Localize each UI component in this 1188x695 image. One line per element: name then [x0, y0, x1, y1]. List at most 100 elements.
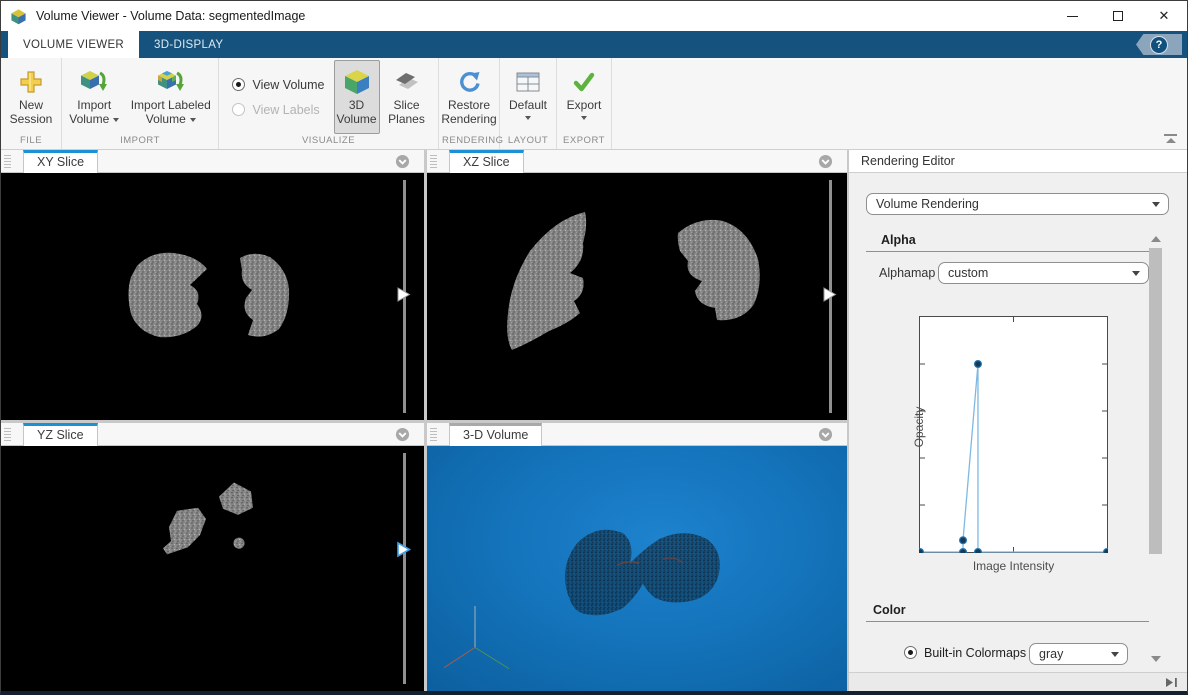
default-layout-button[interactable]: Default	[505, 60, 551, 134]
view-labels-radio[interactable]: View Labels	[232, 100, 324, 120]
new-session-icon	[19, 66, 43, 98]
dropdown-arrow-icon	[581, 116, 587, 120]
panel-xz-slice: XZ Slice	[427, 150, 847, 420]
import-volume-button[interactable]: Import Volume	[64, 60, 125, 134]
plot-xlabel: Image Intensity	[919, 559, 1108, 573]
drag-grip-icon[interactable]	[430, 428, 437, 441]
panel-yz-slice: YZ Slice	[1, 423, 424, 691]
restore-rendering-icon	[457, 66, 481, 98]
ribbon-group-rendering: Restore Rendering RENDERING	[439, 58, 500, 149]
rendering-technique-dropdown[interactable]: Volume Rendering	[866, 193, 1169, 215]
3d-volume-icon	[344, 66, 370, 98]
chevron-down-icon	[1132, 271, 1140, 276]
view-mode-radios: View Volume View Labels	[224, 60, 332, 134]
panel-3d-volume: 3-D Volume	[427, 423, 847, 691]
xz-panel-header: XZ Slice	[427, 150, 847, 173]
drag-grip-icon[interactable]	[4, 428, 11, 441]
editor-footer	[849, 672, 1187, 691]
chevron-down-icon	[1152, 202, 1160, 207]
maximize-button[interactable]	[1095, 1, 1141, 31]
3d-volume-button[interactable]: 3D Volume	[334, 60, 380, 134]
window-title: Volume Viewer - Volume Data: segmentedIm…	[36, 9, 305, 23]
radio-unselected-icon	[232, 103, 245, 116]
window-controls: ✕	[1049, 1, 1187, 31]
xy-slice-view[interactable]	[1, 173, 424, 420]
ribbon-group-file: New Session FILE	[1, 58, 62, 149]
slice-planes-icon	[394, 66, 420, 98]
slice-planes-button[interactable]: Slice Planes	[381, 60, 433, 134]
export-button[interactable]: Export	[563, 60, 606, 134]
collapse-ribbon-icon	[1164, 134, 1177, 136]
collapse-panel-icon[interactable]	[1165, 677, 1178, 688]
alphamap-dropdown[interactable]: custom	[938, 262, 1149, 284]
tab-3d-display[interactable]: 3D-DISPLAY	[139, 31, 238, 58]
new-session-button[interactable]: New Session	[3, 60, 59, 134]
yz-panel-header: YZ Slice	[1, 423, 424, 446]
restore-rendering-button[interactable]: Restore Rendering	[437, 60, 500, 134]
main-area: XY Slice	[1, 150, 1187, 691]
panel-xy-slice: XY Slice	[1, 150, 424, 420]
rendering-editor-panel: Rendering Editor Volume Rendering Alpha …	[849, 150, 1187, 691]
import-labeled-volume-button[interactable]: Import Labeled Volume	[126, 60, 217, 134]
xy-slider-thumb[interactable]	[396, 286, 412, 303]
3d-volume-view[interactable]	[427, 446, 847, 691]
collapse-ribbon-button[interactable]	[1164, 134, 1177, 143]
import-labeled-volume-icon	[157, 66, 185, 98]
panel-options-icon[interactable]	[818, 154, 833, 169]
xy-slice-tab[interactable]: XY Slice	[23, 150, 98, 173]
editor-scrollbar-thumb[interactable]	[1149, 248, 1162, 554]
tab-volume-viewer[interactable]: VOLUME VIEWER	[8, 31, 139, 58]
export-check-icon	[572, 66, 596, 98]
ribbon-group-visualize: View Volume View Labels	[219, 58, 439, 149]
close-button[interactable]: ✕	[1141, 1, 1187, 31]
builtin-colormaps-label: Built-in Colormaps	[924, 646, 1026, 660]
app-window: Volume Viewer - Volume Data: segmentedIm…	[0, 0, 1188, 695]
yz-slice-tab[interactable]: YZ Slice	[23, 423, 98, 446]
panel-options-icon[interactable]	[818, 427, 833, 442]
panel-options-icon[interactable]	[395, 154, 410, 169]
ribbon-group-export: Export EXPORT	[557, 58, 612, 149]
group-label-export: EXPORT	[557, 134, 611, 149]
xz-slider-thumb[interactable]	[822, 286, 838, 303]
group-label-file: FILE	[1, 134, 61, 149]
xz-slice-tab[interactable]: XZ Slice	[449, 150, 524, 173]
drag-grip-icon[interactable]	[430, 155, 437, 168]
yz-slice-slider[interactable]	[403, 453, 406, 684]
scroll-down-button[interactable]	[1150, 656, 1161, 663]
app-cube-icon	[10, 8, 27, 25]
minimize-icon	[1067, 16, 1078, 17]
alphamap-plot[interactable]	[919, 316, 1108, 553]
orientation-axes-icon	[444, 606, 509, 669]
panel-options-icon[interactable]	[395, 427, 410, 442]
3d-volume-panel-header: 3-D Volume	[427, 423, 847, 446]
alpha-section-heading: Alpha	[881, 233, 916, 247]
3d-volume-render	[427, 446, 847, 691]
builtin-colormaps-radio[interactable]	[904, 646, 917, 659]
dropdown-arrow-icon	[525, 116, 531, 120]
yz-slice-view[interactable]	[1, 446, 424, 691]
triangle-up-icon	[1151, 236, 1161, 242]
dropdown-arrow-icon	[113, 118, 119, 122]
drag-grip-icon[interactable]	[4, 155, 11, 168]
color-section-divider	[866, 621, 1149, 622]
view-volume-radio[interactable]: View Volume	[232, 75, 324, 95]
help-button[interactable]: ?	[1136, 34, 1182, 55]
group-label-import: IMPORT	[62, 134, 218, 149]
scroll-up-button[interactable]	[1150, 236, 1161, 243]
colormap-dropdown[interactable]: gray	[1029, 643, 1128, 665]
group-label-visualize: VISUALIZE	[219, 134, 438, 149]
layout-grid-icon	[516, 66, 540, 98]
group-label-layout: LAYOUT	[500, 134, 556, 149]
ribbon-toolbar: New Session FILE I	[1, 58, 1187, 150]
xz-slice-image	[427, 173, 847, 420]
plot-ylabel: Opacity	[912, 397, 926, 457]
close-icon: ✕	[1159, 8, 1170, 24]
rendering-editor-title: Rendering Editor	[849, 150, 1187, 173]
xz-slice-view[interactable]	[427, 173, 847, 420]
yz-slider-thumb[interactable]	[396, 541, 412, 558]
minimize-button[interactable]	[1049, 1, 1095, 31]
dropdown-arrow-icon	[190, 118, 196, 122]
xy-slice-image	[1, 173, 424, 420]
chevron-down-icon	[1111, 652, 1119, 657]
3d-volume-tab[interactable]: 3-D Volume	[449, 423, 542, 446]
